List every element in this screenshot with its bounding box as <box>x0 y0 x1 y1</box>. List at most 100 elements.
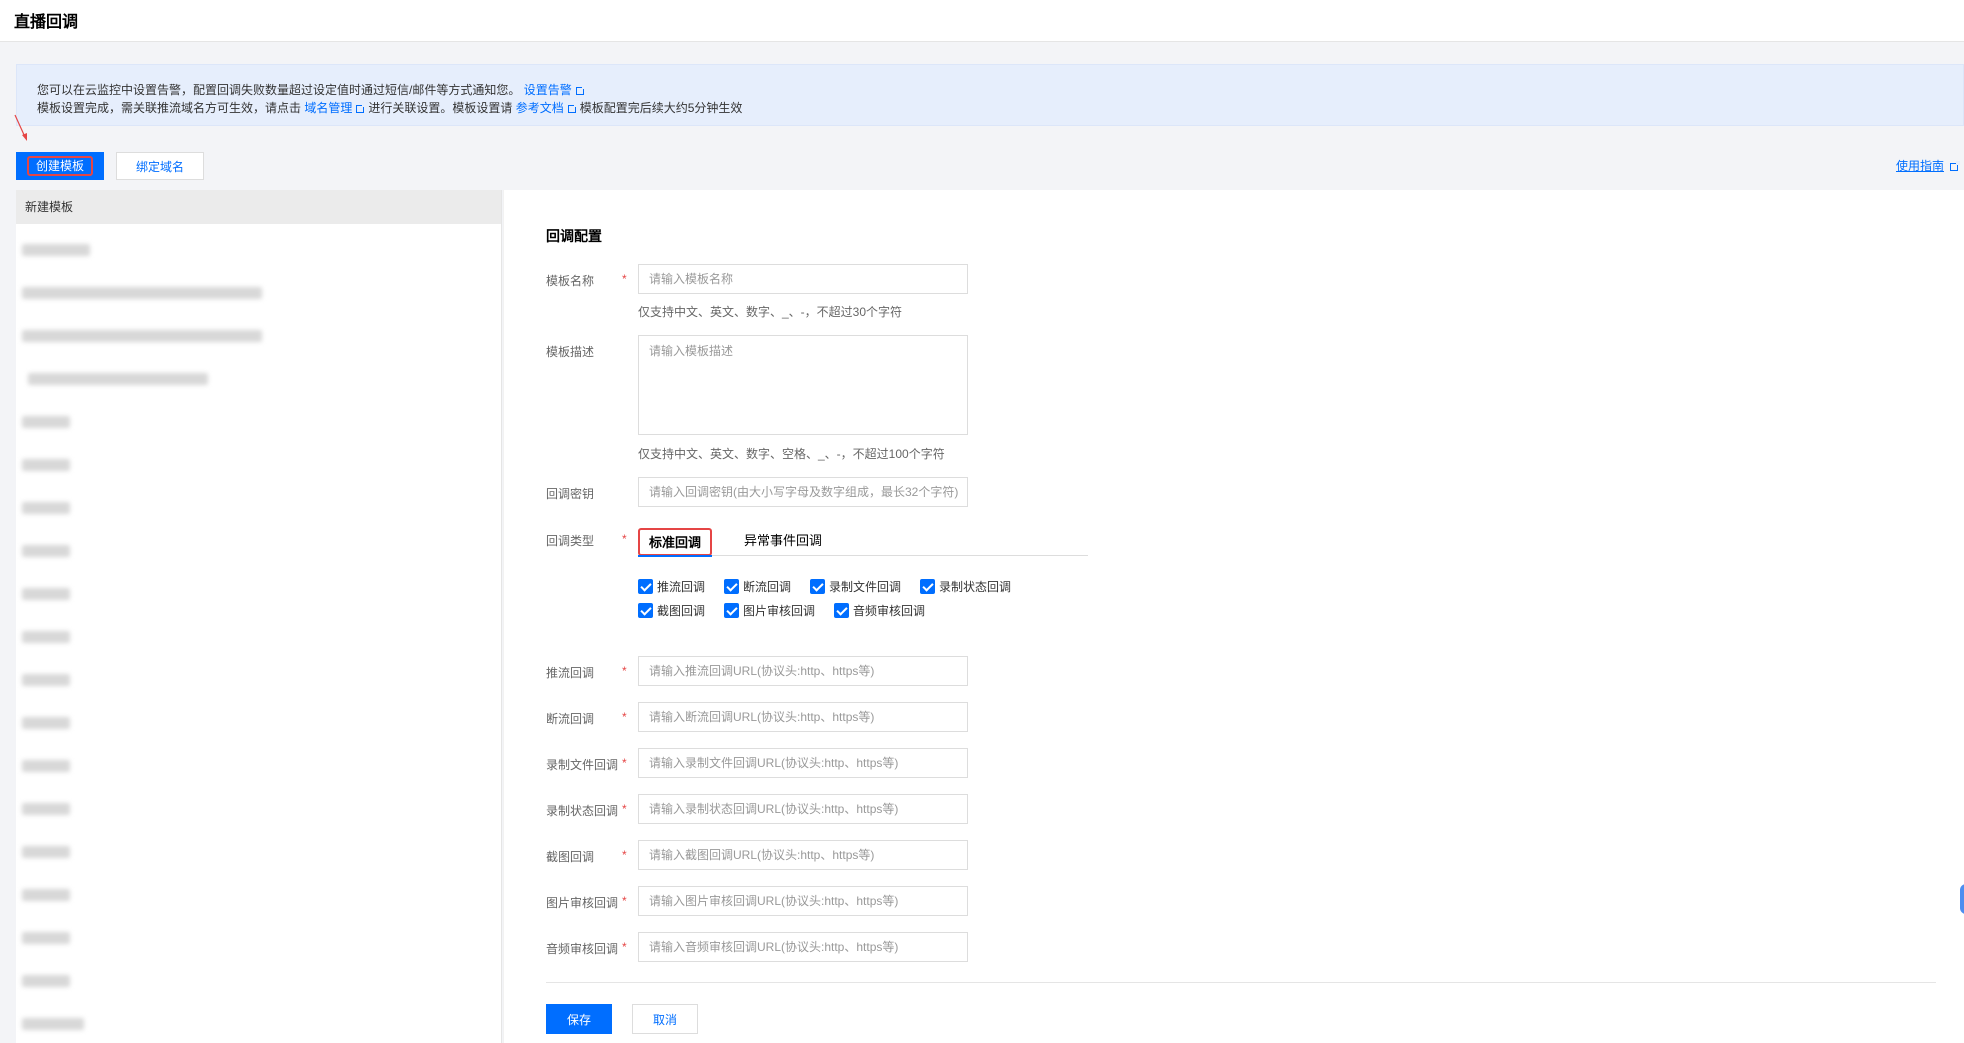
list-item[interactable] <box>22 502 70 514</box>
list-item[interactable] <box>22 975 70 987</box>
checkbox-record-status-callback[interactable]: 录制状态回调 <box>920 578 1011 595</box>
record-file-callback-label: 录制文件回调 <box>546 758 619 772</box>
snapshot-callback-label: 截图回调 <box>546 850 595 864</box>
audio-audit-callback-url-input[interactable] <box>638 932 968 962</box>
bind-domain-button[interactable]: 绑定域名 <box>116 152 204 180</box>
snapshot-callback-url-input[interactable] <box>638 840 968 870</box>
template-name-input[interactable] <box>638 264 968 294</box>
notice-text: 模板配置完后续大约5分钟生效 <box>579 101 743 115</box>
checkbox-label: 录制文件回调 <box>829 580 902 594</box>
checkbox-checked-icon <box>638 603 653 618</box>
template-desc-label: 模板描述 <box>546 345 595 359</box>
checkbox-image-audit-callback[interactable]: 图片审核回调 <box>724 602 815 619</box>
checkbox-record-file-callback[interactable]: 录制文件回调 <box>810 578 901 595</box>
section-title: 回调配置 <box>546 228 602 244</box>
required-mark: * <box>622 272 627 286</box>
audio-audit-callback-label: 音频审核回调 <box>546 942 619 956</box>
list-item[interactable] <box>22 631 70 643</box>
create-template-button[interactable]: 创建模板 <box>16 152 104 180</box>
tab-standard-callback[interactable]: 标准回调 <box>638 528 712 557</box>
list-item[interactable] <box>22 717 70 729</box>
domain-manage-link[interactable]: 域名管理 <box>304 101 352 115</box>
annotation-arrow-icon <box>14 114 27 141</box>
required-mark: * <box>622 940 627 954</box>
external-link-icon <box>575 84 586 95</box>
callback-type-tabs: 标准回调 异常事件回调 <box>638 528 1088 557</box>
callback-key-label: 回调密钥 <box>546 487 595 501</box>
required-mark: * <box>622 802 627 816</box>
set-alarm-link[interactable]: 设置告警 <box>524 83 572 97</box>
required-mark: * <box>622 664 627 678</box>
checkbox-checked-icon <box>810 579 825 594</box>
save-button[interactable]: 保存 <box>546 1004 612 1034</box>
required-mark: * <box>622 894 627 908</box>
callback-type-label: 回调类型 <box>546 534 595 548</box>
required-mark: * <box>622 710 627 724</box>
required-mark: * <box>622 848 627 862</box>
create-template-label: 创建模板 <box>27 156 93 176</box>
tab-exception-callback[interactable]: 异常事件回调 <box>744 528 822 556</box>
record-status-callback-label: 录制状态回调 <box>546 804 619 818</box>
list-item[interactable] <box>22 545 70 557</box>
list-item[interactable] <box>22 244 90 256</box>
checkbox-label: 截图回调 <box>657 604 706 618</box>
checkbox-label: 音频审核回调 <box>853 604 926 618</box>
checkbox-label: 推流回调 <box>657 580 706 594</box>
list-item-new-template[interactable]: 新建模板 <box>16 190 501 224</box>
template-desc-textarea[interactable] <box>638 335 968 435</box>
usage-guide-link[interactable]: 使用指南 <box>1896 157 1962 174</box>
list-item[interactable] <box>22 760 70 772</box>
checkbox-push-callback[interactable]: 推流回调 <box>638 578 705 595</box>
form-divider <box>546 982 1936 983</box>
notice-text: 模板设置完成，需关联推流域名方可生效，请点击 <box>37 101 302 115</box>
checkbox-audio-audit-callback[interactable]: 音频审核回调 <box>834 602 925 619</box>
record-status-callback-url-input[interactable] <box>638 794 968 824</box>
floating-assistant-tab[interactable] <box>1960 884 1964 914</box>
notice-text: 进行关联设置。模板设置请 <box>368 101 513 115</box>
page-title: 直播回调 <box>14 14 79 31</box>
list-item[interactable] <box>22 889 70 901</box>
template-name-hint: 仅支持中文、英文、数字、_、-，不超过30个字符 <box>638 305 903 319</box>
list-item[interactable] <box>22 803 70 815</box>
list-item[interactable] <box>22 416 70 428</box>
notice-line-2: 模板设置完成，需关联推流域名方可生效，请点击 域名管理 进行关联设置。模板设置请 … <box>37 99 742 116</box>
list-item[interactable] <box>22 1018 84 1030</box>
reference-doc-link[interactable]: 参考文档 <box>516 101 564 115</box>
external-link-icon <box>567 102 578 113</box>
checkbox-checked-icon <box>834 603 849 618</box>
cancel-button[interactable]: 取消 <box>632 1004 698 1034</box>
image-audit-callback-label: 图片审核回调 <box>546 896 619 910</box>
record-file-callback-url-input[interactable] <box>638 748 968 778</box>
checkbox-checked-icon <box>724 579 739 594</box>
template-list: 新建模板 <box>16 190 517 1043</box>
checkbox-checked-icon <box>724 603 739 618</box>
list-item[interactable] <box>22 674 70 686</box>
notice-text: 您可以在云监控中设置告警，配置回调失败数量超过设定值时通过短信/邮件等方式通知您… <box>37 83 521 97</box>
checkbox-label: 断流回调 <box>743 580 792 594</box>
external-link-icon <box>356 102 367 113</box>
push-callback-url-input[interactable] <box>638 656 968 686</box>
list-item[interactable] <box>22 459 70 471</box>
external-link-icon <box>1950 160 1960 171</box>
list-item[interactable] <box>22 846 70 858</box>
checkbox-checked-icon <box>638 579 653 594</box>
list-item[interactable] <box>22 588 70 600</box>
checkbox-stop-callback[interactable]: 断流回调 <box>724 578 791 595</box>
list-item[interactable] <box>28 373 208 385</box>
template-name-label: 模板名称 <box>546 274 595 288</box>
required-mark: * <box>622 756 627 770</box>
notice-line-1: 您可以在云监控中设置告警，配置回调失败数量超过设定值时通过短信/邮件等方式通知您… <box>37 81 588 98</box>
push-callback-label: 推流回调 <box>546 666 595 680</box>
list-item[interactable] <box>22 330 262 342</box>
stop-callback-url-input[interactable] <box>638 702 968 732</box>
callback-key-input[interactable] <box>638 477 968 507</box>
checkbox-snapshot-callback[interactable]: 截图回调 <box>638 602 705 619</box>
list-item[interactable] <box>22 932 70 944</box>
list-item[interactable] <box>22 287 262 299</box>
template-desc-hint: 仅支持中文、英文、数字、空格、_、-，不超过100个字符 <box>638 447 945 461</box>
checkbox-label: 图片审核回调 <box>743 604 816 618</box>
notice-banner: 您可以在云监控中设置告警，配置回调失败数量超过设定值时通过短信/邮件等方式通知您… <box>16 64 1964 126</box>
required-mark: * <box>622 532 627 546</box>
stop-callback-label: 断流回调 <box>546 712 595 726</box>
image-audit-callback-url-input[interactable] <box>638 886 968 916</box>
